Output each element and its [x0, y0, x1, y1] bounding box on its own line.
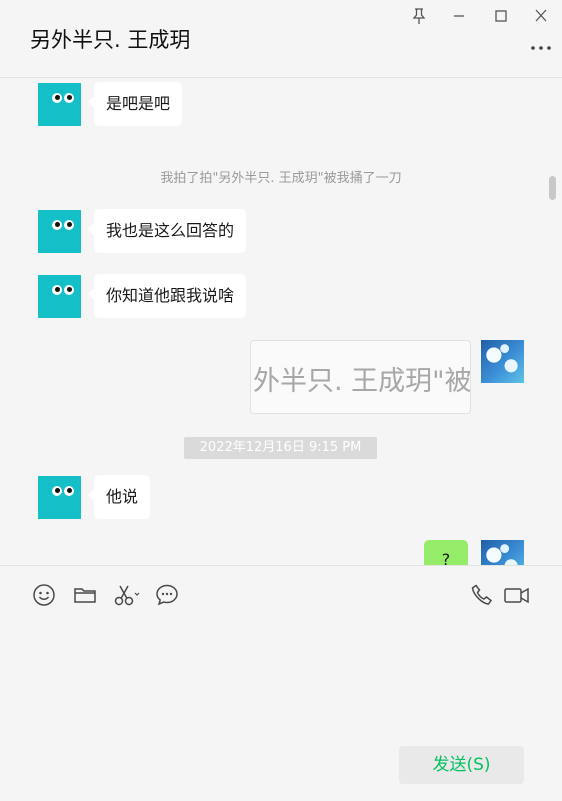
image-message[interactable]: 外半只. 王成玥"被 — [250, 340, 471, 414]
contact-avatar[interactable] — [38, 210, 81, 253]
input-area[interactable]: 发送(S) — [0, 565, 562, 801]
minimize-icon[interactable] — [448, 6, 470, 26]
chat-bubble-icon[interactable] — [154, 582, 180, 608]
video-icon[interactable] — [503, 582, 531, 608]
contact-avatar[interactable] — [38, 275, 81, 318]
close-icon[interactable] — [530, 6, 552, 26]
message-bubble[interactable]: 是吧是吧 — [87, 82, 183, 126]
phone-icon[interactable] — [469, 582, 495, 608]
more-icon[interactable] — [528, 38, 554, 58]
scissors-icon[interactable] — [112, 582, 142, 608]
message-bubble[interactable]: 你知道他跟我说啥 — [87, 274, 247, 318]
emoji-icon[interactable] — [31, 582, 57, 608]
message-bubble[interactable]: 他说 — [87, 475, 151, 519]
timestamp: 2022年12月16日 9:15 PM — [184, 437, 377, 459]
system-notice: 我拍了拍"另外半只. 王成玥"被我捅了一刀 — [160, 171, 402, 186]
maximize-icon[interactable] — [490, 6, 512, 26]
my-avatar[interactable] — [481, 540, 524, 565]
scrollbar-thumb[interactable] — [549, 176, 556, 200]
chat-title: 另外半只. 王成玥 — [30, 28, 191, 52]
send-button[interactable]: 发送(S) — [399, 746, 524, 784]
contact-avatar[interactable] — [38, 83, 81, 126]
pin-icon[interactable] — [408, 6, 430, 26]
message-bubble[interactable]: 我也是这么回答的 — [87, 209, 247, 253]
folder-icon[interactable] — [72, 582, 98, 608]
chat-message-list[interactable]: 是吧是吧 我拍了拍"另外半只. 王成玥"被我捅了一刀 我也是这么回答的 你知道他… — [0, 78, 562, 565]
message-bubble-self[interactable]: ? — [424, 540, 468, 565]
my-avatar[interactable] — [481, 340, 524, 383]
title-bar: 另外半只. 王成玥 — [0, 0, 562, 78]
contact-avatar[interactable] — [38, 476, 81, 519]
image-message-text: 外半只. 王成玥"被 — [253, 366, 471, 397]
